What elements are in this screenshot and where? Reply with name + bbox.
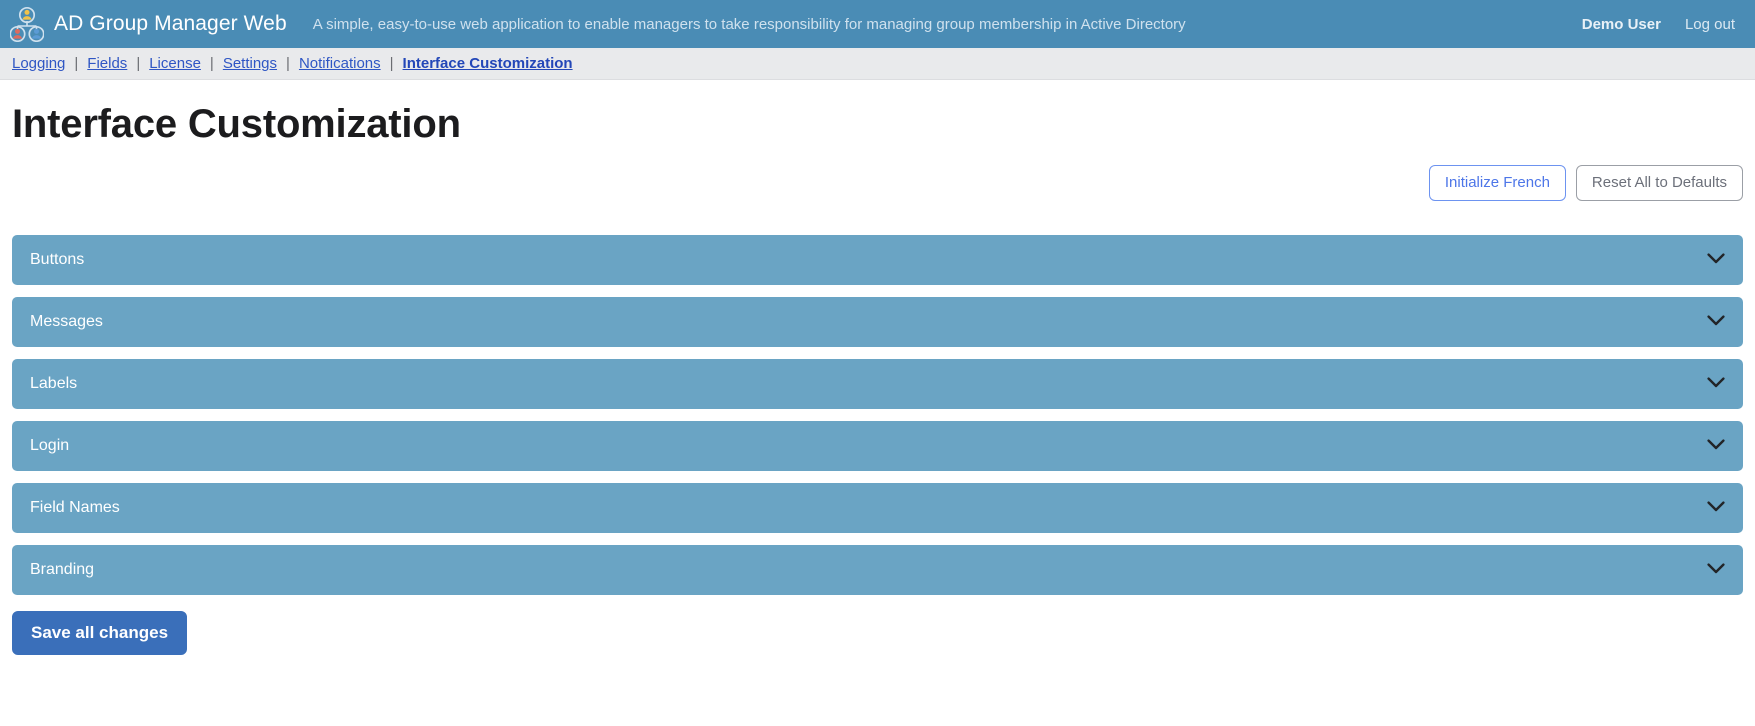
- brand-group: AD Group Manager Web A simple, easy-to-u…: [10, 6, 1186, 42]
- page-content: Interface Customization Initialize Frenc…: [0, 102, 1755, 655]
- chevron-down-icon[interactable]: [1707, 251, 1725, 269]
- accordion-section-label: Buttons: [30, 251, 85, 268]
- save-all-changes-button[interactable]: Save all changes: [12, 611, 188, 655]
- brand-subtitle: A simple, easy-to-use web application to…: [312, 15, 1186, 33]
- breadcrumb-link-fields[interactable]: Fields: [87, 55, 127, 72]
- breadcrumb-separator: |: [389, 55, 394, 72]
- app-header: AD Group Manager Web A simple, easy-to-u…: [0, 0, 1755, 48]
- accordion-section-labels[interactable]: Labels: [12, 359, 1743, 409]
- breadcrumb-link-logging[interactable]: Logging: [12, 55, 65, 72]
- accordion-section-label: Login: [30, 437, 70, 454]
- chevron-down-icon[interactable]: [1707, 375, 1725, 393]
- accordion-section-branding[interactable]: Branding: [12, 545, 1743, 595]
- accordion-section-label: Field Names: [30, 499, 120, 516]
- breadcrumb-separator: |: [136, 55, 141, 72]
- accordion-section-login[interactable]: Login: [12, 421, 1743, 471]
- accordion-section-field-names[interactable]: Field Names: [12, 483, 1743, 533]
- breadcrumb-link-license[interactable]: License: [149, 55, 201, 72]
- brand-title: AD Group Manager Web: [54, 12, 287, 35]
- chevron-down-icon[interactable]: [1707, 499, 1725, 517]
- customization-accordion: Buttons Messages Labels Login Field Names Bra…: [12, 235, 1743, 595]
- breadcrumb-separator: |: [209, 55, 214, 72]
- group-hierarchy-icon: [10, 6, 44, 42]
- current-user-name: Demo User: [1581, 15, 1661, 33]
- chevron-down-icon[interactable]: [1707, 561, 1725, 579]
- chevron-down-icon[interactable]: [1707, 437, 1725, 455]
- chevron-down-icon[interactable]: [1707, 313, 1725, 331]
- breadcrumb: Logging | Fields | License | Settings | Notifica…: [0, 48, 1755, 80]
- accordion-section-buttons[interactable]: Buttons: [12, 235, 1743, 285]
- page-actions: Initialize French Reset All to Defaults: [12, 165, 1743, 201]
- breadcrumb-link-notifications[interactable]: Notifications: [299, 55, 381, 72]
- initialize-french-button[interactable]: Initialize French: [1428, 165, 1566, 201]
- accordion-section-label: Branding: [30, 561, 95, 578]
- page-title: Interface Customization: [12, 102, 461, 146]
- accordion-section-label: Labels: [30, 375, 78, 392]
- accordion-section-label: Messages: [30, 313, 103, 330]
- accordion-section-messages[interactable]: Messages: [12, 297, 1743, 347]
- breadcrumb-separator: |: [286, 55, 290, 72]
- logout-link[interactable]: Log out: [1685, 16, 1735, 33]
- breadcrumb-link-interface-customization[interactable]: Interface Customization: [403, 55, 573, 72]
- header-right-group: Demo User Log out: [1582, 16, 1735, 33]
- breadcrumb-separator: |: [74, 55, 79, 72]
- breadcrumb-link-settings[interactable]: Settings: [223, 55, 277, 72]
- reset-all-to-defaults-button[interactable]: Reset All to Defaults: [1575, 165, 1743, 201]
- save-row: Save all changes: [12, 611, 1743, 655]
